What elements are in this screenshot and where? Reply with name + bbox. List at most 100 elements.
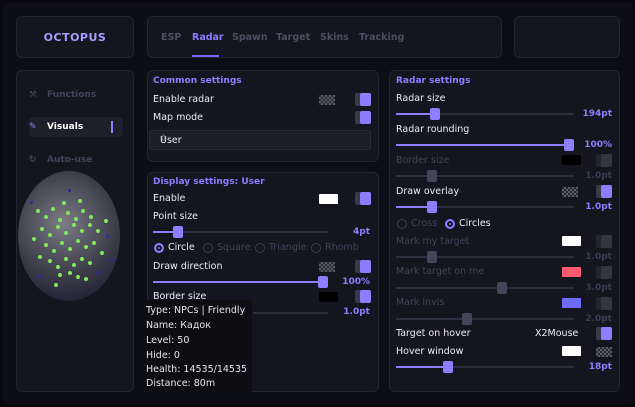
border-color-swatch[interactable]	[319, 292, 338, 302]
enable-toggle[interactable]	[355, 192, 371, 205]
draw-direction-slider[interactable]	[153, 276, 328, 288]
border-toggle[interactable]	[355, 290, 371, 303]
display-settings-title: Display settings: User	[153, 177, 265, 187]
enable-color-swatch[interactable]	[319, 194, 338, 204]
tooltip-distance: Distance: 80m	[146, 378, 216, 389]
draw-overlay-color-swatch[interactable]	[562, 187, 578, 197]
draw-overlay-slider[interactable]	[396, 201, 574, 213]
mark-target-on-me-toggle[interactable]	[596, 266, 612, 279]
tab-esp[interactable]: ESP	[161, 32, 181, 43]
radar-blip	[68, 247, 72, 251]
hover-window-color-swatch[interactable]	[562, 346, 581, 356]
shape-circle-radio[interactable]	[154, 243, 164, 253]
tab-radar[interactable]: Radar	[192, 32, 224, 43]
draw-direction-label: Draw direction	[153, 261, 223, 272]
color-picker-swatch[interactable]	[319, 95, 335, 105]
radar-rounding-slider[interactable]	[396, 139, 574, 151]
radar-blip	[89, 215, 93, 219]
radar-blip-hostile	[96, 271, 99, 274]
radar-preview	[18, 171, 120, 301]
mark-my-target-color-swatch[interactable]	[562, 236, 581, 246]
tooltip-type-text: Type: NPCs	[146, 305, 199, 316]
tooltip-level: Level: 50	[146, 335, 190, 346]
radar-blip	[72, 263, 76, 267]
active-indicator	[111, 121, 113, 133]
shape-rhomb-label: Rhomb	[325, 242, 359, 253]
mark-target-on-me-label: Mark target on me	[396, 266, 485, 277]
target-on-hover-toggle[interactable]	[596, 327, 612, 340]
radar-size-label: Radar size	[396, 93, 446, 104]
radar-border-toggle[interactable]	[596, 154, 612, 167]
radar-blip	[62, 201, 66, 205]
radar-blip-hostile	[106, 235, 109, 238]
radar-blip	[56, 265, 60, 269]
draw-overlay-toggle[interactable]	[596, 185, 612, 198]
hover-window-slider[interactable]	[396, 361, 574, 373]
radar-blip	[84, 277, 88, 281]
tooltip-type: Type: NPCs | Friendly	[146, 305, 246, 316]
border-size-slider[interactable]	[253, 312, 328, 314]
tab-tracking[interactable]: Tracking	[359, 32, 404, 43]
draw-direction-toggle[interactable]	[355, 260, 371, 273]
hover-window-value: 18pt	[588, 362, 612, 372]
mark-my-target-slider[interactable]	[396, 251, 574, 263]
radar-border-color-swatch[interactable]	[562, 155, 581, 165]
radar-blip	[56, 225, 60, 229]
draw-direction-value: 100%	[342, 277, 370, 287]
mark-invis-color-swatch[interactable]	[562, 298, 581, 308]
radar-blip	[38, 255, 42, 259]
sidebar-item-functions[interactable]: ⚒ Functions	[29, 85, 123, 105]
tab-skins[interactable]: Skins	[320, 32, 349, 43]
point-size-value: 4pt	[352, 227, 370, 237]
tab-active-indicator	[192, 55, 219, 57]
overlay-circles-radio[interactable]	[445, 219, 455, 229]
map-mode-select[interactable]: User ⇳	[149, 130, 371, 150]
shape-triangle-radio[interactable]	[255, 243, 265, 253]
radar-size-slider[interactable]	[396, 108, 574, 120]
draw-overlay-label: Draw overlay	[396, 186, 460, 197]
radar-blip	[40, 227, 44, 231]
radar-blip	[51, 207, 55, 211]
app-logo: OCTOPUS	[16, 16, 134, 58]
target-on-hover-label: Target on hover	[396, 328, 471, 339]
shape-circle-label: Circle	[168, 242, 195, 253]
shape-triangle-label: Triangle	[269, 242, 307, 253]
sidebar-item-visuals[interactable]: ✎ Visuals	[29, 117, 123, 137]
overlay-cross-radio[interactable]	[397, 219, 407, 229]
overlay-circles-label: Circles	[459, 218, 491, 229]
tab-target[interactable]: Target	[276, 32, 310, 43]
point-size-slider[interactable]	[153, 226, 328, 238]
mark-my-target-toggle[interactable]	[596, 235, 612, 248]
tab-spawn[interactable]: Spawn	[232, 32, 268, 43]
enable-radar-label: Enable radar	[153, 94, 214, 105]
radar-blip	[36, 209, 40, 213]
mark-invis-slider[interactable]	[396, 313, 574, 325]
enable-radar-toggle[interactable]	[355, 93, 371, 106]
map-mode-toggle[interactable]	[355, 111, 371, 124]
radar-blip	[78, 199, 82, 203]
radar-border-size-label: Border size	[396, 155, 450, 166]
chevron-updown-icon: ⇳	[160, 134, 168, 144]
shape-rhomb-radio[interactable]	[311, 243, 321, 253]
shape-square-radio[interactable]	[203, 243, 213, 253]
radar-blip	[76, 239, 80, 243]
radar-blip-hostile	[110, 259, 113, 262]
radar-blip	[52, 249, 56, 253]
point-size-label: Point size	[153, 211, 199, 222]
target-on-hover-keybind[interactable]: X2Mouse	[535, 328, 578, 339]
border-size-value: 1.0pt	[343, 307, 370, 317]
hover-window-pattern-swatch[interactable]	[596, 347, 612, 357]
radar-border-slider[interactable]	[396, 170, 574, 182]
shape-square-label: Square	[217, 242, 251, 253]
radar-blip	[58, 273, 62, 277]
mark-invis-toggle[interactable]	[596, 297, 612, 310]
mark-target-on-me-slider[interactable]	[396, 282, 574, 294]
mark-my-target-label: Mark my target	[396, 236, 470, 247]
radar-blip	[60, 241, 64, 245]
sidebar-item-auto-use[interactable]: ↻ Auto-use	[29, 150, 123, 170]
radar-blip	[64, 231, 68, 235]
mark-target-on-me-color-swatch[interactable]	[562, 267, 581, 277]
draw-direction-color-swatch[interactable]	[319, 262, 335, 272]
enable-label: Enable	[153, 193, 186, 204]
radar-blip	[74, 217, 78, 221]
